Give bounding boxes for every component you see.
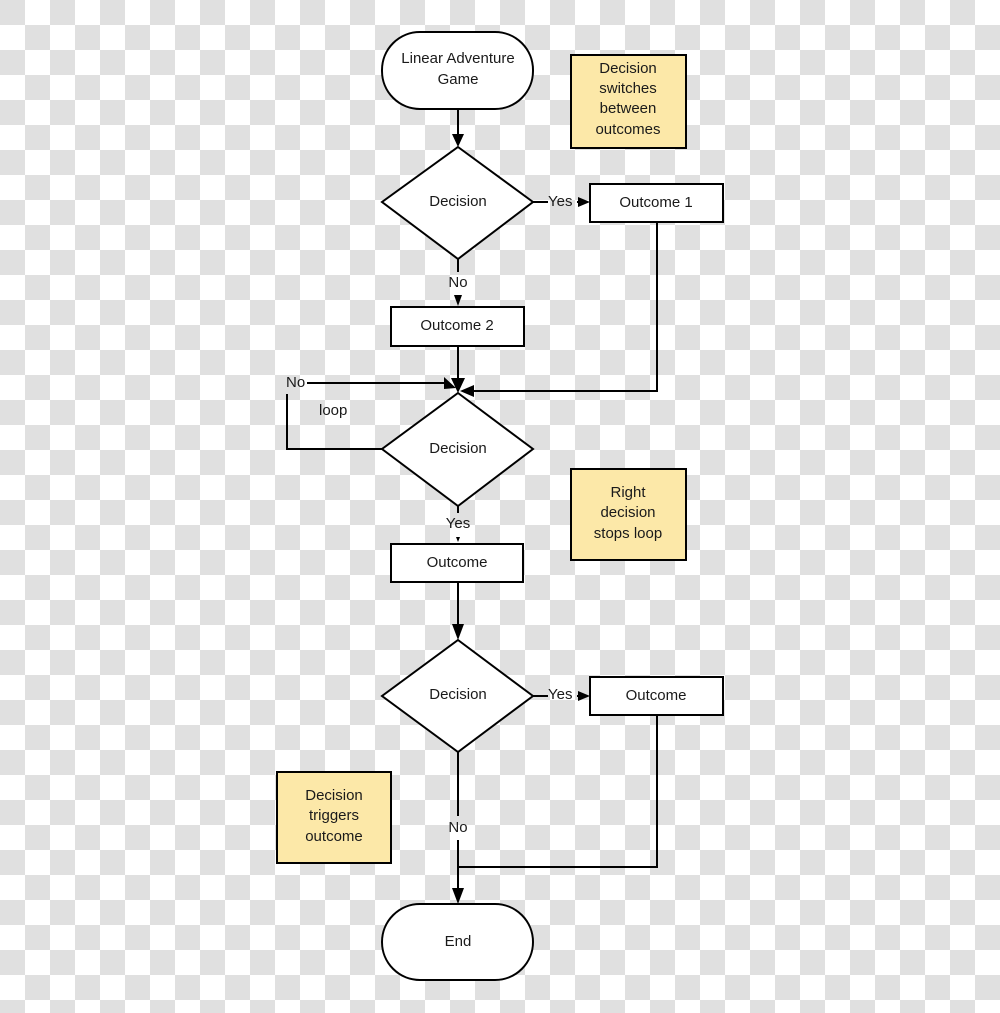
outcome-4-box[interactable]: Outcome bbox=[589, 676, 724, 716]
decision-node-3[interactable]: Decision bbox=[380, 638, 535, 754]
decision-node-2[interactable]: Decision bbox=[380, 391, 535, 508]
note-right-decision[interactable]: Right decision stops loop bbox=[570, 468, 687, 561]
svg-text:outcomes: outcomes bbox=[595, 121, 660, 138]
flowchart: Linear Adventure Game Decision Outcome 1… bbox=[276, 31, 724, 981]
decision-node-1[interactable]: Decision bbox=[380, 145, 535, 261]
svg-text:Right: Right bbox=[610, 484, 646, 501]
arrowhead bbox=[456, 537, 460, 542]
end-label: End bbox=[445, 933, 472, 950]
svg-text:Decision: Decision bbox=[599, 60, 657, 77]
svg-text:between: between bbox=[600, 100, 657, 117]
svg-text:stops loop: stops loop bbox=[594, 525, 662, 542]
edge-outcome4-end bbox=[458, 715, 658, 868]
edge-label-d2-yes: Yes bbox=[446, 515, 470, 532]
start-terminator[interactable]: Linear Adventure Game bbox=[381, 31, 534, 110]
edge-label-d1-yes: Yes bbox=[548, 193, 572, 210]
svg-text:Decision: Decision bbox=[305, 787, 363, 804]
arrowhead bbox=[452, 888, 464, 904]
edge-label-d3-yes: Yes bbox=[548, 686, 572, 703]
svg-text:triggers: triggers bbox=[309, 807, 359, 824]
outcome-2-box[interactable]: Outcome 2 bbox=[390, 306, 525, 347]
start-label-line1: Linear Adventure bbox=[401, 50, 514, 67]
arrowhead bbox=[452, 624, 464, 640]
end-terminator[interactable]: End bbox=[381, 903, 534, 981]
outcome-3-box[interactable]: Outcome bbox=[390, 543, 524, 583]
start-label-line2: Game bbox=[438, 71, 479, 88]
arrowhead bbox=[452, 134, 464, 147]
decision-1-label: Decision bbox=[429, 193, 487, 210]
decision-3-label: Decision bbox=[429, 686, 487, 703]
arrowhead bbox=[454, 295, 462, 306]
note-decision-triggers[interactable]: Decision triggers outcome bbox=[276, 771, 392, 864]
svg-text:switches: switches bbox=[599, 80, 657, 97]
edge-label-d2-no: No bbox=[286, 374, 305, 391]
decision-2-label: Decision bbox=[429, 440, 487, 457]
svg-text:outcome: outcome bbox=[305, 828, 363, 845]
outcome-2-label: Outcome 2 bbox=[420, 317, 493, 334]
edge-label-d3-no: No bbox=[448, 819, 467, 836]
edge-labels: Yes No No loop Yes Yes No bbox=[286, 193, 572, 836]
svg-text:decision: decision bbox=[600, 504, 655, 521]
edge-label-d1-no: No bbox=[448, 274, 467, 291]
arrowhead bbox=[578, 691, 590, 701]
outcome-3-label: Outcome bbox=[427, 554, 488, 571]
outcome-4-label: Outcome bbox=[626, 687, 687, 704]
outcome-1-box[interactable]: Outcome 1 bbox=[589, 183, 724, 223]
arrowhead bbox=[578, 197, 590, 207]
note-decision-switches[interactable]: Decision switches between outcomes bbox=[570, 54, 687, 149]
edge-label-d2-loop: loop bbox=[319, 402, 347, 419]
outcome-1-label: Outcome 1 bbox=[619, 194, 692, 211]
